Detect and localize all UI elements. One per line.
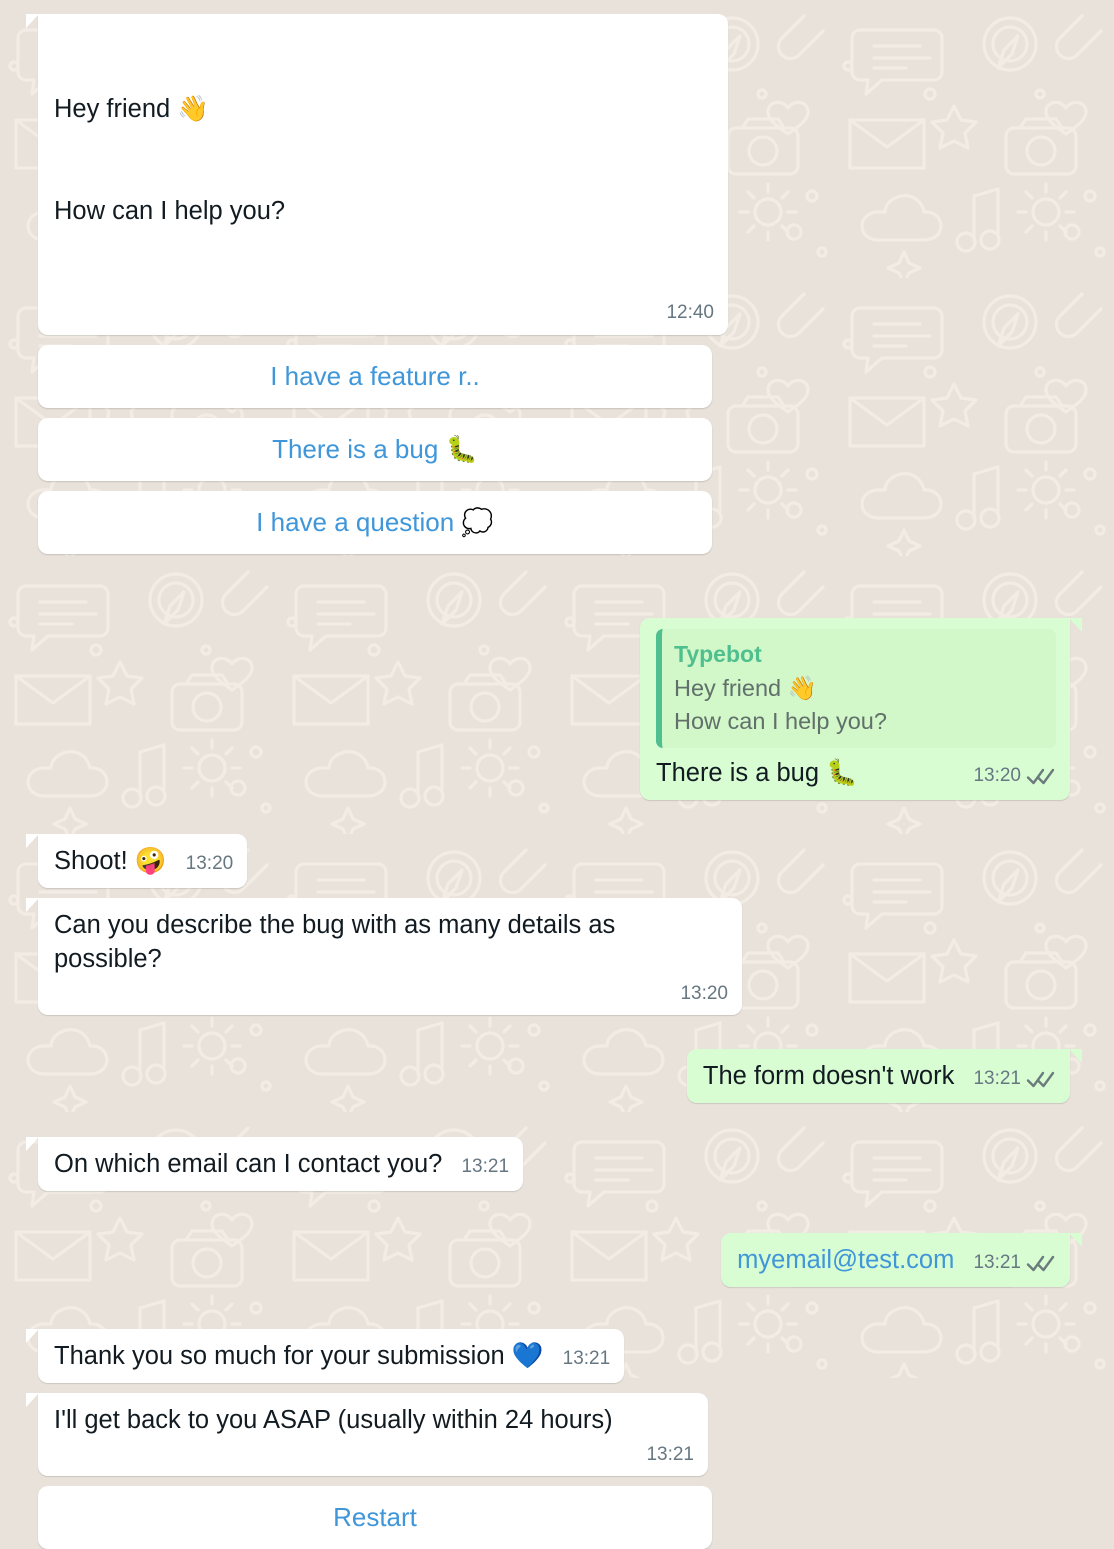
double-check-icon bbox=[1026, 766, 1056, 786]
option-button-i-have-a-question[interactable]: I have a question 💭 bbox=[38, 490, 712, 554]
message-row: Hey friend 👋 How can I help you? 12:40 bbox=[26, 14, 1070, 335]
email-link[interactable]: myemail@test.com bbox=[737, 1246, 954, 1274]
message-bubble-email-answer: myemail@test.com 13:21 bbox=[721, 1233, 1082, 1288]
timestamp: 12:40 bbox=[666, 302, 714, 324]
message-text: The form doesn't work bbox=[702, 1062, 955, 1091]
message-bubble-get-back-asap: I'll get back to you ASAP (usually withi… bbox=[26, 1393, 708, 1477]
message-row: Typebot Hey friend 👋 How can I help you?… bbox=[38, 617, 1082, 801]
chat-thread: Hey friend 👋 How can I help you? 12:40 I… bbox=[0, 0, 1114, 1549]
quoted-reply-author: Typebot bbox=[674, 640, 762, 667]
double-check-icon bbox=[1026, 1069, 1056, 1089]
message-meta: 13:21 bbox=[461, 1154, 509, 1179]
option-button-feature-request[interactable]: I have a feature r.. bbox=[38, 344, 712, 408]
timestamp: 13:21 bbox=[973, 1068, 1021, 1090]
message-text: Hey friend 👋 How can I help you? bbox=[54, 25, 714, 296]
message-row: Can you describe the bug with as many de… bbox=[26, 898, 1070, 1016]
message-meta: 13:20 bbox=[186, 851, 234, 876]
message-row: On which email can I contact you? 13:21 bbox=[25, 1137, 1070, 1192]
message-bubble-form-doesnt-work: The form doesn't work 13:21 bbox=[686, 1049, 1083, 1104]
message-meta: 13:21 bbox=[973, 1066, 1056, 1091]
message-text: I'll get back to you ASAP (usually withi… bbox=[54, 1406, 613, 1434]
message-row: Shoot! 🤪 13:20 bbox=[25, 834, 1070, 889]
timestamp: 13:20 bbox=[680, 983, 728, 1005]
restart-button[interactable]: Restart bbox=[38, 1486, 712, 1549]
double-check-icon bbox=[1026, 1253, 1056, 1273]
timestamp: 13:21 bbox=[461, 1156, 510, 1178]
timestamp: 13:21 bbox=[562, 1348, 611, 1370]
message-text: Can you describe the bug with as many de… bbox=[54, 911, 623, 974]
message-text: There is a bug 🐛 bbox=[656, 759, 858, 788]
message-row: Thank you so much for your submission 💙 … bbox=[25, 1329, 1070, 1383]
message-meta: 13:20 bbox=[54, 981, 728, 1006]
option-button-there-is-a-bug[interactable]: There is a bug 🐛 bbox=[38, 417, 712, 481]
option-row: Restart bbox=[38, 1486, 1070, 1549]
message-bubble-thank-you: Thank you so much for your submission 💙 … bbox=[25, 1329, 625, 1383]
message-text: On which email can I contact you? bbox=[54, 1150, 443, 1179]
message-bubble-describe-bug: Can you describe the bug with as many de… bbox=[26, 898, 742, 1016]
message-meta: 13:20 bbox=[973, 763, 1056, 788]
message-meta: 13:21 bbox=[563, 1346, 611, 1371]
message-row: I'll get back to you ASAP (usually withi… bbox=[26, 1393, 1070, 1477]
quoted-reply[interactable]: Typebot Hey friend 👋 How can I help you? bbox=[656, 628, 1056, 749]
message-line: Hey friend 👋 bbox=[54, 94, 210, 123]
message-text: Thank you so much for your submission 💙 bbox=[54, 1342, 544, 1371]
message-bubble-bug-reply: Typebot Hey friend 👋 How can I help you?… bbox=[640, 617, 1082, 801]
quoted-line: How can I help you? bbox=[674, 707, 887, 734]
message-bubble-shoot: Shoot! 🤪 13:20 bbox=[25, 834, 248, 889]
message-row: The form doesn't work 13:21 bbox=[38, 1049, 1083, 1104]
timestamp: 13:21 bbox=[973, 1252, 1021, 1274]
message-meta: 13:21 bbox=[973, 1250, 1056, 1275]
option-row: I have a feature r.. bbox=[38, 344, 1070, 408]
option-row: There is a bug 🐛 bbox=[38, 417, 1070, 481]
timestamp: 13:20 bbox=[973, 765, 1021, 787]
message-bubble-which-email: On which email can I contact you? 13:21 bbox=[25, 1137, 524, 1192]
quoted-reply-text: Hey friend 👋 How can I help you? bbox=[674, 672, 1044, 738]
option-row: I have a question 💭 bbox=[38, 490, 1070, 554]
message-row: myemail@test.com 13:21 bbox=[38, 1233, 1082, 1288]
message-line: How can I help you? bbox=[54, 196, 286, 225]
timestamp: 13:21 bbox=[646, 1443, 694, 1465]
message-text: Shoot! 🤪 bbox=[54, 847, 167, 876]
message-meta: 13:21 bbox=[54, 1442, 694, 1467]
message-bubble-greeting: Hey friend 👋 How can I help you? 12:40 bbox=[26, 14, 728, 335]
quoted-line: Hey friend 👋 bbox=[674, 674, 817, 701]
message-meta: 12:40 bbox=[54, 300, 714, 325]
timestamp: 13:20 bbox=[185, 853, 234, 875]
